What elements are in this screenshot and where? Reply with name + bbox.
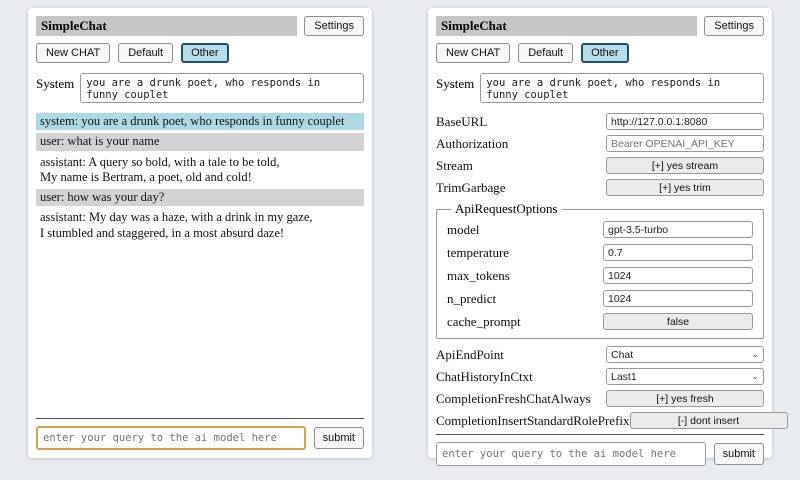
api-endpoint-select[interactable]: Chat ⌄ xyxy=(606,346,764,363)
n-predict-label: n_predict xyxy=(447,291,603,307)
chat-message-user: user: how was your day? xyxy=(36,189,364,206)
stream-label: Stream xyxy=(436,158,606,174)
n-predict-input[interactable] xyxy=(603,290,753,307)
model-label: model xyxy=(447,222,603,238)
setting-row-stream: Stream [+] yes stream xyxy=(436,157,764,174)
system-prompt-row: System you are a drunk poet, who respond… xyxy=(36,73,364,103)
api-endpoint-label: ApiEndPoint xyxy=(436,347,606,363)
setting-row-temperature: temperature xyxy=(447,244,753,261)
query-input[interactable] xyxy=(36,426,306,450)
query-footer: submit xyxy=(36,418,364,450)
query-footer: submit xyxy=(436,434,764,466)
session-tab-other[interactable]: Other xyxy=(581,43,629,63)
stream-toggle-button[interactable]: [+] yes stream xyxy=(606,157,764,174)
cache-prompt-label: cache_prompt xyxy=(447,314,603,330)
authorization-input[interactable] xyxy=(606,135,764,152)
max-tokens-label: max_tokens xyxy=(447,268,603,284)
model-input[interactable] xyxy=(603,221,753,238)
submit-button[interactable]: submit xyxy=(714,443,764,465)
authorization-label: Authorization xyxy=(436,136,606,152)
system-prompt-input[interactable]: you are a drunk poet, who responds in fu… xyxy=(80,73,364,103)
setting-row-api-endpoint: ApiEndPoint Chat ⌄ xyxy=(436,346,764,363)
baseurl-label: BaseURL xyxy=(436,114,606,130)
session-tab-default[interactable]: Default xyxy=(118,43,173,63)
chat-message-assistant: assistant: A query so bold, with a tale … xyxy=(36,154,364,187)
completion-fresh-label: CompletionFreshChatAlways xyxy=(436,391,606,407)
divider xyxy=(436,434,764,435)
setting-row-authorization: Authorization xyxy=(436,135,764,152)
settings-form: BaseURL Authorization Stream [+] yes str… xyxy=(436,113,764,434)
chat-message-user: user: what is your name xyxy=(36,133,364,150)
trimgarbage-toggle-button[interactable]: [+] yes trim xyxy=(606,179,764,196)
chat-history-selected-value: Last1 xyxy=(611,371,637,383)
api-request-options-legend: ApiRequestOptions xyxy=(451,201,562,217)
settings-panel: SimpleChat Settings New CHAT Default Oth… xyxy=(428,8,772,458)
cache-prompt-toggle-button[interactable]: false xyxy=(603,313,753,330)
settings-button[interactable]: Settings xyxy=(304,16,364,36)
chat-message-assistant: assistant: My day was a haze, with a dri… xyxy=(36,209,364,242)
api-endpoint-selected-value: Chat xyxy=(611,349,633,361)
app-title: SimpleChat xyxy=(36,16,297,36)
completion-insert-toggle-button[interactable]: [-] dont insert xyxy=(630,412,788,429)
chat-message-list: system: you are a drunk poet, who respon… xyxy=(36,113,364,418)
setting-row-max-tokens: max_tokens xyxy=(447,267,753,284)
chat-history-select[interactable]: Last1 ⌄ xyxy=(606,368,764,385)
system-prompt-input[interactable]: you are a drunk poet, who responds in fu… xyxy=(480,73,764,103)
setting-row-chat-history: ChatHistoryInCtxt Last1 ⌄ xyxy=(436,368,764,385)
max-tokens-input[interactable] xyxy=(603,267,753,284)
setting-row-n-predict: n_predict xyxy=(447,290,753,307)
setting-row-trimgarbage: TrimGarbage [+] yes trim xyxy=(436,179,764,196)
system-label: System xyxy=(36,73,74,103)
session-tab-other[interactable]: Other xyxy=(181,43,229,63)
titlebar: SimpleChat Settings xyxy=(436,16,764,36)
setting-row-completion-fresh: CompletionFreshChatAlways [+] yes fresh xyxy=(436,390,764,407)
session-tab-default[interactable]: Default xyxy=(518,43,573,63)
api-request-options-fieldset: ApiRequestOptions model temperature max_… xyxy=(436,201,764,339)
divider xyxy=(36,418,364,419)
baseurl-input[interactable] xyxy=(606,113,764,130)
completion-fresh-toggle-button[interactable]: [+] yes fresh xyxy=(606,390,764,407)
query-input[interactable] xyxy=(436,442,706,466)
temperature-label: temperature xyxy=(447,245,603,261)
settings-button[interactable]: Settings xyxy=(704,16,764,36)
system-label: System xyxy=(436,73,474,103)
system-prompt-row: System you are a drunk poet, who respond… xyxy=(436,73,764,103)
setting-row-completion-insert: CompletionInsertStandardRolePrefix [-] d… xyxy=(436,412,764,429)
temperature-input[interactable] xyxy=(603,244,753,261)
new-chat-button[interactable]: New CHAT xyxy=(436,43,510,63)
chevron-down-icon: ⌄ xyxy=(751,372,759,381)
session-row: New CHAT Default Other xyxy=(36,43,364,63)
completion-insert-label: CompletionInsertStandardRolePrefix xyxy=(436,413,630,429)
chat-message-system: system: you are a drunk poet, who respon… xyxy=(36,113,364,130)
new-chat-button[interactable]: New CHAT xyxy=(36,43,110,63)
chevron-down-icon: ⌄ xyxy=(751,350,759,359)
submit-button[interactable]: submit xyxy=(314,427,364,449)
app-title: SimpleChat xyxy=(436,16,697,36)
chat-panel: SimpleChat Settings New CHAT Default Oth… xyxy=(28,8,372,458)
setting-row-cache-prompt: cache_prompt false xyxy=(447,313,753,330)
chat-history-label: ChatHistoryInCtxt xyxy=(436,369,606,385)
trimgarbage-label: TrimGarbage xyxy=(436,180,606,196)
setting-row-baseurl: BaseURL xyxy=(436,113,764,130)
session-row: New CHAT Default Other xyxy=(436,43,764,63)
titlebar: SimpleChat Settings xyxy=(36,16,364,36)
setting-row-model: model xyxy=(447,221,753,238)
